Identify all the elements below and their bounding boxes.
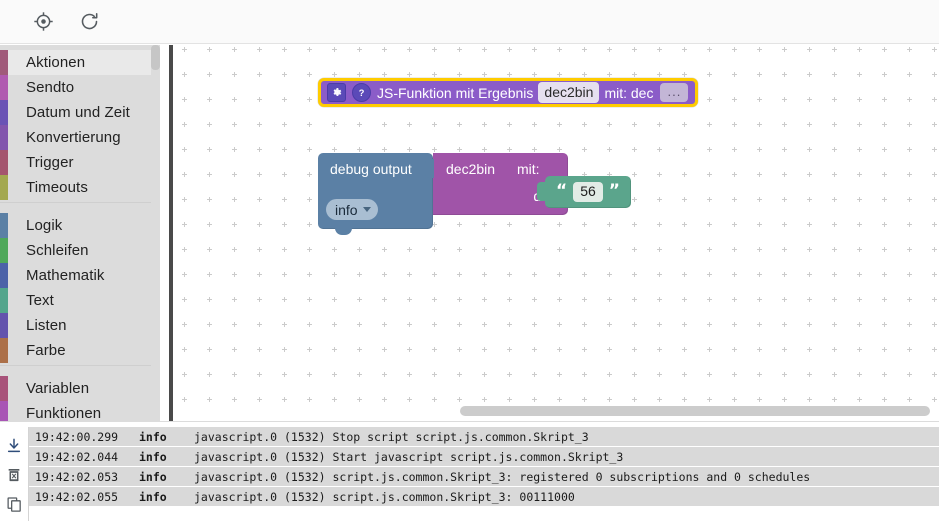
log-timestamp: 19:42:02.055	[35, 489, 119, 504]
category-color-swatch	[0, 313, 8, 338]
log-severity: info	[139, 429, 167, 444]
sidebar-item-funktionen[interactable]: Funktionen	[0, 401, 160, 421]
function-call-with-label: mit:	[517, 161, 540, 177]
toolbox-separator	[0, 202, 160, 213]
log-row[interactable]: 19:42:00.299 info javascript.0 (1532) Stop…	[29, 427, 939, 446]
string-output-plug	[537, 182, 546, 201]
category-color-swatch	[0, 401, 8, 421]
category-color-swatch	[0, 376, 8, 401]
scroll-to-bottom-icon[interactable]	[2, 433, 26, 459]
category-color-swatch	[0, 288, 8, 313]
sidebar-item-label: Listen	[26, 317, 67, 334]
sidebar-item-label: Sendto	[26, 79, 75, 96]
sidebar-item-timeouts[interactable]: Timeouts	[0, 175, 160, 200]
copy-log-icon[interactable]	[2, 491, 26, 517]
log-message: javascript.0 (1532) script.js.common.Skr…	[194, 489, 575, 504]
category-color-swatch	[0, 100, 8, 125]
debug-output-label: debug output	[330, 161, 412, 177]
svg-text:?: ?	[359, 88, 365, 98]
workspace-horizontal-scrollbar[interactable]	[460, 406, 930, 416]
sidebar-item-label: Schleifen	[26, 242, 89, 259]
funcdef-params-label: mit: dec	[604, 84, 654, 101]
log-message: javascript.0 (1532) Stop script script.j…	[194, 429, 589, 444]
sidebar-item-label: Variablen	[26, 380, 90, 397]
category-color-swatch	[0, 213, 8, 238]
log-message: javascript.0 (1532) script.js.common.Skr…	[194, 469, 811, 484]
category-color-swatch	[0, 238, 8, 263]
sidebar-item-konvertierung[interactable]: Konvertierung	[0, 125, 160, 150]
sidebar-item-variablen[interactable]: Variablen	[0, 376, 160, 401]
category-color-swatch	[0, 50, 8, 75]
funcdef-more-field[interactable]: ...	[660, 82, 689, 103]
log-severity: info	[139, 489, 167, 504]
log-row[interactable]: 19:42:02.055 info javascript.0 (1532) scri…	[29, 487, 939, 506]
center-blocks-button[interactable]	[28, 7, 58, 37]
block-function-definition[interactable]: ? JS-Funktion mit Ergebnis dec2bin mit: …	[318, 78, 699, 107]
sidebar-item-text[interactable]: Text	[0, 288, 160, 313]
sidebar-item-label: Trigger	[26, 154, 74, 171]
log-row[interactable]: 19:42:02.053 info javascript.0 (1532) scri…	[29, 467, 939, 486]
log-timestamp: 19:42:02.044	[35, 449, 119, 464]
log-panel: 19:42:00.299 info javascript.0 (1532) Stop…	[0, 427, 939, 521]
crosshair-target-icon	[33, 11, 54, 32]
category-color-swatch	[0, 125, 8, 150]
gear-icon[interactable]	[327, 83, 346, 102]
top-toolbar	[0, 0, 939, 44]
refresh-icon	[79, 11, 100, 32]
log-row[interactable]: 19:42:02.044 info javascript.0 (1532) Star…	[29, 447, 939, 466]
category-color-swatch	[0, 75, 8, 100]
open-quote-icon: “	[556, 181, 568, 202]
sidebar-item-logik[interactable]: Logik	[0, 213, 160, 238]
toolbox-list: Aktionen Sendto Datum und Zeit Konvertierun…	[0, 50, 160, 421]
debug-severity-dropdown[interactable]: info	[326, 199, 378, 220]
log-severity: info	[139, 449, 167, 464]
chevron-down-icon	[362, 207, 371, 212]
help-icon[interactable]: ?	[352, 83, 371, 102]
sidebar-item-datum-und-zeit[interactable]: Datum und Zeit	[0, 100, 160, 125]
string-value-field[interactable]: 56	[573, 182, 603, 202]
log-message: javascript.0 (1532) Start javascript scr…	[194, 449, 624, 464]
sidebar-item-label: Datum und Zeit	[26, 104, 130, 121]
sidebar-item-mathematik[interactable]: Mathematik	[0, 263, 160, 288]
sidebar-scrollbar-thumb[interactable]	[151, 45, 160, 70]
funcdef-name-field[interactable]: dec2bin	[538, 81, 600, 104]
log-timestamp: 19:42:00.299	[35, 429, 119, 444]
sidebar-scrollbar-track[interactable]	[151, 45, 160, 421]
log-timestamp: 19:42:02.053	[35, 469, 119, 484]
reload-button[interactable]	[74, 7, 104, 37]
category-color-swatch	[0, 263, 8, 288]
block-debug-output[interactable]: debug output info	[318, 153, 433, 235]
sidebar-item-label: Farbe	[26, 342, 66, 359]
sidebar-item-label: Logik	[26, 217, 63, 234]
sidebar-item-trigger[interactable]: Trigger	[0, 150, 160, 175]
sidebar-item-farbe[interactable]: Farbe	[0, 338, 160, 363]
log-toolbar	[0, 427, 29, 521]
category-color-swatch	[0, 175, 8, 200]
clear-log-icon[interactable]	[2, 462, 26, 488]
sidebar-item-sendto[interactable]: Sendto	[0, 75, 160, 100]
function-call-name: dec2bin	[446, 161, 496, 177]
sidebar-item-listen[interactable]: Listen	[0, 313, 160, 338]
toolbox-separator	[0, 365, 160, 376]
category-color-swatch	[0, 338, 8, 363]
close-quote-icon: ”	[608, 181, 620, 202]
sidebar-item-label: Mathematik	[26, 267, 105, 284]
sidebar-item-label: Text	[26, 292, 54, 309]
block-text-string[interactable]: “ 56 ”	[537, 176, 631, 208]
log-severity: info	[139, 469, 167, 484]
sidebar-item-label: Funktionen	[26, 405, 102, 421]
debug-severity-value: info	[335, 201, 358, 218]
sidebar-item-schleifen[interactable]: Schleifen	[0, 238, 160, 263]
log-rows[interactable]: 19:42:00.299 info javascript.0 (1532) Stop…	[29, 427, 939, 521]
sidebar-item-label: Konvertierung	[26, 129, 121, 146]
sidebar-item-label: Aktionen	[26, 54, 86, 71]
category-color-swatch	[0, 150, 8, 175]
funcdef-label: JS-Funktion mit Ergebnis	[377, 84, 534, 101]
toolbox-sidebar[interactable]: Aktionen Sendto Datum und Zeit Konvertierun…	[0, 45, 160, 421]
sidebar-item-label: Timeouts	[26, 179, 88, 196]
call-output-plug	[425, 159, 434, 178]
blockly-workspace[interactable]: ? JS-Funktion mit Ergebnis dec2bin mit: …	[173, 45, 939, 421]
sidebar-item-aktionen[interactable]: Aktionen	[0, 50, 160, 75]
